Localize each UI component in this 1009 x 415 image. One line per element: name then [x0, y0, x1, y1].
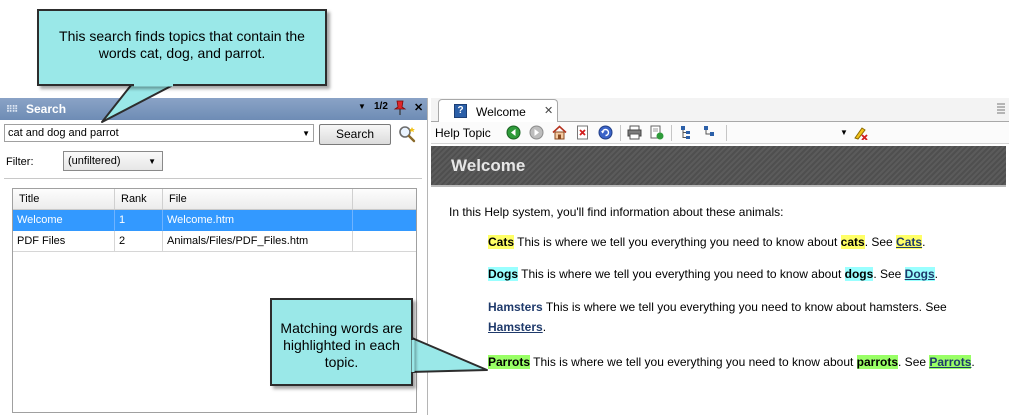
tab-strip: ? Welcome ✕ — [431, 98, 1009, 122]
entry-end: . — [934, 267, 939, 281]
topic-pane: ? Welcome ✕ Help Topic ▼ Welcome In this… — [431, 98, 1009, 415]
entry-hamsters: Hamsters This is where we tell you every… — [488, 297, 998, 337]
column-header-title[interactable]: Title — [13, 189, 115, 209]
table-row[interactable]: PDF Files 2 Animals/Files/PDF_Files.htm — [13, 231, 416, 252]
forward-icon[interactable] — [529, 125, 544, 140]
match-highlighted: dogs — [844, 267, 874, 281]
close-icon[interactable]: ✕ — [544, 104, 553, 117]
stop-icon[interactable] — [575, 125, 590, 140]
page-indicator[interactable]: 1/2 — [374, 101, 388, 112]
search-pane-header[interactable]: ⠿⠿ Search ▼ 1/2 ✕ — [0, 98, 427, 120]
dropdown-arrow-icon[interactable]: ▼ — [302, 128, 310, 140]
match-highlighted: cats — [840, 235, 865, 249]
toolbar-separator — [620, 125, 621, 141]
search-query-input[interactable]: cat and dog and parrot ▼ — [4, 124, 314, 142]
toolbar-label: Help Topic — [435, 126, 491, 140]
entry-parrots: Parrots This is where we tell you everyt… — [488, 352, 998, 372]
home-icon[interactable] — [552, 125, 567, 140]
dropdown-arrow-icon[interactable]: ▼ — [148, 156, 156, 168]
cell-file: Welcome.htm — [163, 210, 353, 231]
entry-end: . — [971, 355, 975, 369]
entry-end: . — [922, 235, 926, 249]
cell-blank — [353, 231, 416, 252]
cell-blank — [353, 210, 416, 231]
topic-title: Welcome — [451, 156, 526, 175]
menu-grip-icon[interactable] — [997, 102, 1005, 116]
export-icon[interactable] — [649, 125, 664, 140]
filter-label: Filter: — [6, 156, 34, 168]
dropdown-arrow-icon[interactable]: ▼ — [840, 128, 848, 137]
topic-banner: Welcome — [431, 146, 1006, 187]
term: Hamsters — [488, 300, 543, 314]
tab-welcome[interactable]: ? Welcome ✕ — [438, 99, 558, 122]
topic-link-hamsters[interactable]: Hamsters — [488, 320, 543, 334]
table-row[interactable]: Welcome 1 Welcome.htm — [13, 210, 416, 231]
divider — [4, 178, 422, 179]
highlight-eraser-icon[interactable] — [853, 125, 868, 140]
search-pane-title: Search — [26, 102, 67, 116]
expand-toc-icon[interactable] — [679, 125, 694, 140]
entry-end: . — [542, 320, 547, 334]
column-header-file[interactable]: File — [163, 189, 353, 209]
search-query-value: cat and dog and parrot — [8, 127, 119, 139]
column-header-blank — [353, 189, 416, 209]
callout-top: This search finds topics that contain th… — [37, 9, 327, 86]
grip-icon[interactable]: ⠿⠿ — [6, 104, 18, 114]
entry-text: This is where we tell you everything you… — [542, 300, 947, 314]
dropdown-arrow-icon[interactable]: ▼ — [358, 102, 366, 111]
cell-title: Welcome — [13, 210, 115, 231]
results-table-header: Title Rank File — [13, 189, 416, 210]
close-icon[interactable]: ✕ — [414, 101, 423, 114]
refresh-icon[interactable] — [598, 125, 613, 140]
callout-bottom: Matching words are highlighted in each t… — [270, 298, 413, 386]
back-icon[interactable] — [506, 125, 521, 140]
term-highlighted: Parrots — [488, 355, 531, 369]
tab-label: Welcome — [476, 105, 526, 119]
match-highlighted: parrots — [856, 355, 899, 369]
entry-text: This is where we tell you everything you… — [530, 355, 857, 369]
entry-see: . See — [873, 267, 905, 281]
cell-rank: 1 — [115, 210, 163, 231]
intro-text: In this Help system, you'll find informa… — [449, 205, 784, 219]
topic-body: In this Help system, you'll find informa… — [431, 189, 1006, 415]
topic-link-parrots[interactable]: Parrots — [929, 355, 972, 369]
cell-title: PDF Files — [13, 231, 115, 252]
entry-see: . See — [864, 235, 897, 249]
help-doc-icon: ? — [454, 104, 467, 118]
cell-rank: 2 — [115, 231, 163, 252]
toolbar-separator — [726, 125, 727, 141]
entry-cats: Cats This is where we tell you everythin… — [488, 232, 998, 252]
topic-toolbar: Help Topic ▼ — [431, 122, 1009, 144]
filter-select[interactable]: (unfiltered) ▼ — [63, 151, 163, 171]
cell-file: Animals/Files/PDF_Files.htm — [163, 231, 353, 252]
collapse-toc-icon[interactable] — [702, 125, 717, 140]
magnifier-icon[interactable] — [398, 125, 416, 143]
entry-see: . See — [898, 355, 930, 369]
term-highlighted: Cats — [488, 235, 515, 249]
column-header-rank[interactable]: Rank — [115, 189, 163, 209]
topic-link-dogs[interactable]: Dogs — [904, 267, 935, 281]
filter-value: (unfiltered) — [68, 155, 121, 167]
entry-text: This is where we tell you everything you… — [514, 235, 841, 249]
entry-text: This is where we tell you everything you… — [518, 267, 845, 281]
search-button[interactable]: Search — [319, 124, 391, 145]
entry-dogs: Dogs This is where we tell you everythin… — [488, 264, 998, 284]
term-highlighted: Dogs — [488, 267, 518, 281]
topic-link-cats[interactable]: Cats — [896, 235, 923, 249]
toolbar-separator — [671, 125, 672, 141]
print-icon[interactable] — [627, 125, 642, 140]
pin-icon[interactable] — [393, 100, 407, 116]
